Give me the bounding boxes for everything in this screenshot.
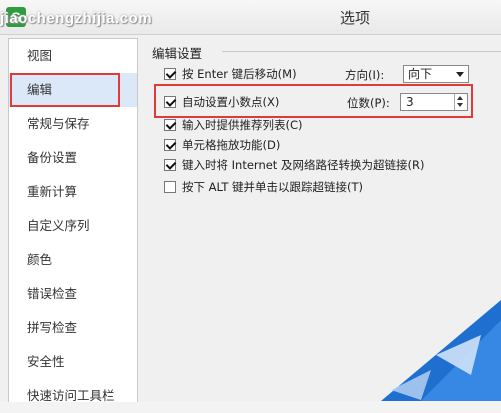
option-label: 按下 ALT 键并单击以跟踪超链接(T) xyxy=(182,180,364,194)
sidebar-item-color[interactable]: 颜色 xyxy=(9,243,137,277)
checkbox-autocomplete[interactable] xyxy=(164,119,176,131)
dialog-title: 选项 xyxy=(340,9,371,27)
checkbox-alt-click[interactable] xyxy=(164,181,176,193)
section-divider xyxy=(222,51,501,52)
title-bar: S jiaochengzhijia.com 选项 xyxy=(0,0,501,35)
checkbox-drag-drop[interactable] xyxy=(164,139,176,151)
sidebar-item-spell-check[interactable]: 拼写检查 xyxy=(9,311,137,345)
checkbox-hyperlink-convert[interactable] xyxy=(164,159,176,171)
option-label: 输入时提供推荐列表(C) xyxy=(182,118,303,132)
options-dialog: S jiaochengzhijia.com 选项 视图 编辑 常规与保存 备份设… xyxy=(0,0,501,403)
highlight-box xyxy=(154,84,473,118)
sidebar-item-security[interactable]: 安全性 xyxy=(9,345,137,379)
option-autocomplete[interactable]: 输入时提供推荐列表(C) xyxy=(164,116,303,134)
decorative-blue-shape xyxy=(381,300,501,401)
sidebar-item-backup[interactable]: 备份设置 xyxy=(9,141,137,175)
sidebar-item-custom-lists[interactable]: 自定义序列 xyxy=(9,209,137,243)
sidebar-item-view[interactable]: 视图 xyxy=(9,39,137,73)
sidebar-item-recalculate[interactable]: 重新计算 xyxy=(9,175,137,209)
option-hyperlink-convert[interactable]: 键入时将 Internet 及网络路径转换为超链接(R) xyxy=(164,156,424,174)
option-label: 键入时将 Internet 及网络路径转换为超链接(R) xyxy=(182,158,425,172)
option-label: 单元格拖放功能(D) xyxy=(182,138,281,152)
sidebar-item-quick-access[interactable]: 快速访问工具栏 xyxy=(9,379,137,413)
option-label: 按 Enter 键后移动(M) xyxy=(182,67,297,81)
checkbox-enter-move[interactable] xyxy=(164,68,176,80)
option-alt-click[interactable]: 按下 ALT 键并单击以跟踪超链接(T) xyxy=(164,178,363,196)
sidebar-item-error-check[interactable]: 错误检查 xyxy=(9,277,137,311)
sidebar-item-general-save[interactable]: 常规与保存 xyxy=(9,107,137,141)
selection-highlight-box xyxy=(10,73,120,107)
direction-select[interactable]: 向下 xyxy=(403,65,469,83)
watermark-text: jiaochengzhijia.com xyxy=(0,10,153,27)
direction-value: 向下 xyxy=(408,67,433,81)
chevron-down-icon[interactable] xyxy=(456,72,464,77)
direction-label: 方向(I): xyxy=(345,68,385,82)
option-enter-move[interactable]: 按 Enter 键后移动(M) xyxy=(164,65,297,83)
section-title: 编辑设置 xyxy=(152,46,203,61)
option-drag-drop[interactable]: 单元格拖放功能(D) xyxy=(164,136,280,154)
